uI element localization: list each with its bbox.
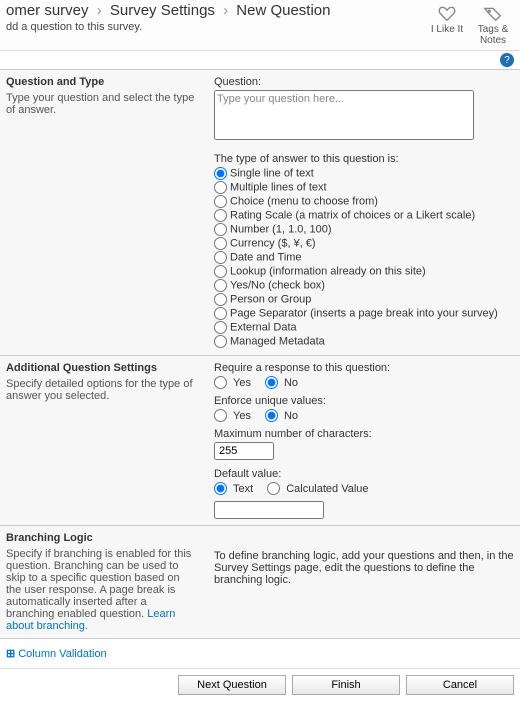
answer-type-option[interactable]: Number (1, 1.0, 100) (214, 223, 514, 236)
maxchars-input[interactable] (214, 442, 274, 460)
chevron-right-icon: › (223, 2, 228, 19)
require-yes[interactable]: Yes (214, 376, 251, 389)
section-desc: Specify detailed options for the type of… (6, 378, 196, 402)
section-desc: Specify if branching is enabled for this… (6, 548, 196, 632)
answer-type-option[interactable]: Lookup (information already on this site… (214, 265, 514, 278)
breadcrumb-part[interactable]: omer survey (6, 2, 89, 19)
answer-type-option[interactable]: Page Separator (inserts a page break int… (214, 307, 514, 320)
default-calc[interactable]: Calculated Value (267, 482, 368, 495)
unique-no[interactable]: No (265, 409, 298, 422)
answer-type-option[interactable]: Multiple lines of text (214, 181, 514, 194)
chevron-right-icon: › (97, 2, 102, 19)
answer-type-option[interactable]: Currency ($, ¥, €) (214, 237, 514, 250)
heart-icon (436, 2, 458, 24)
section-branching: Branching Logic Specify if branching is … (0, 525, 520, 638)
tag-icon (482, 2, 504, 24)
answer-type-option[interactable]: Person or Group (214, 293, 514, 306)
like-button[interactable]: I Like It (426, 2, 468, 46)
unique-label: Enforce unique values: (214, 395, 514, 407)
breadcrumb-leaf: New Question (236, 2, 330, 19)
answer-type-option[interactable]: Managed Metadata (214, 335, 514, 348)
answer-type-option[interactable]: Single line of text (214, 167, 514, 180)
section-desc: Type your question and select the type o… (6, 92, 196, 116)
breadcrumb-part[interactable]: Survey Settings (110, 2, 215, 19)
expand-icon: ⊞ (6, 648, 15, 660)
answer-type-option[interactable]: Date and Time (214, 251, 514, 264)
default-label: Default value: (214, 468, 514, 480)
section-title: Branching Logic (6, 532, 196, 544)
page-header: omer survey › Survey Settings › New Ques… (0, 0, 520, 51)
answer-type-option[interactable]: Choice (menu to choose from) (214, 195, 514, 208)
next-question-button[interactable]: Next Question (178, 675, 286, 695)
answer-type-radios: Single line of textMultiple lines of tex… (214, 167, 514, 348)
branching-instructions: To define branching logic, add your ques… (214, 550, 514, 586)
section-additional-settings: Additional Question Settings Specify det… (0, 355, 520, 525)
button-row: Next Question Finish Cancel (0, 668, 520, 701)
unique-yes[interactable]: Yes (214, 409, 251, 422)
answer-type-option[interactable]: Rating Scale (a matrix of choices or a L… (214, 209, 514, 222)
page-subtitle: dd a question to this survey. (6, 21, 426, 33)
answer-type-label: The type of answer to this question is: (214, 153, 514, 165)
require-no[interactable]: No (265, 376, 298, 389)
default-text[interactable]: Text (214, 482, 253, 495)
maxchars-label: Maximum number of characters: (214, 428, 514, 440)
help-icon[interactable]: ? (500, 53, 514, 67)
question-label: Question: (214, 76, 514, 88)
tags-notes-button[interactable]: Tags & Notes (472, 2, 514, 46)
answer-type-option[interactable]: External Data (214, 321, 514, 334)
cancel-button[interactable]: Cancel (406, 675, 514, 695)
question-input[interactable] (214, 90, 474, 140)
breadcrumb: omer survey › Survey Settings › New Ques… (6, 2, 426, 19)
require-label: Require a response to this question: (214, 362, 514, 374)
finish-button[interactable]: Finish (292, 675, 400, 695)
section-title: Additional Question Settings (6, 362, 196, 374)
default-value-input[interactable] (214, 501, 324, 519)
section-question-type: Question and Type Type your question and… (0, 69, 520, 355)
section-title: Question and Type (6, 76, 196, 88)
column-validation-toggle[interactable]: ⊞Column Validation (0, 638, 520, 668)
answer-type-option[interactable]: Yes/No (check box) (214, 279, 514, 292)
